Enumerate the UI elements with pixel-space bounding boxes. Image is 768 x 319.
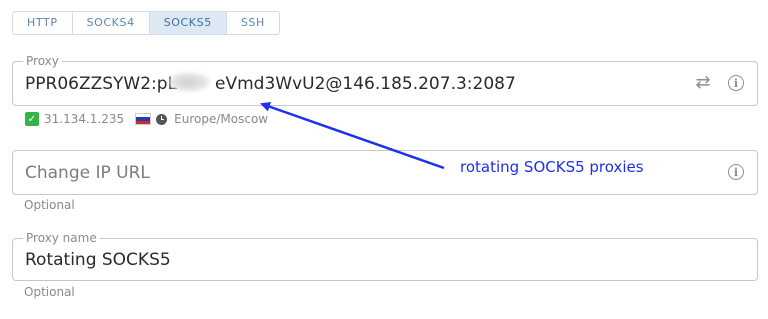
proxy-name-label: Proxy name <box>23 231 100 245</box>
proxy-label: Proxy <box>23 54 62 68</box>
tab-socks5[interactable]: SOCKS5 <box>149 12 227 34</box>
proxy-timezone: Europe/Moscow <box>174 112 269 126</box>
swap-icon[interactable]: ⇄ <box>693 73 713 93</box>
redacted-blur <box>168 72 210 92</box>
proxy-value-part1: PPR06ZZSYW2:pL <box>25 74 178 94</box>
check-icon: ✓ <box>25 112 39 126</box>
info-icon[interactable]: i <box>726 162 746 182</box>
proxy-status: ✓ 31.134.1.235 Europe/Moscow <box>25 111 268 127</box>
info-icon[interactable]: i <box>726 73 746 93</box>
proxy-field[interactable]: Proxy PPR06ZZSYW2:pL eVmd3WvU2@146.185.20… <box>12 54 758 106</box>
change-ip-helper: Optional <box>24 198 75 212</box>
tab-socks4[interactable]: SOCKS4 <box>72 12 150 34</box>
proxy-input-value[interactable]: PPR06ZZSYW2:pL eVmd3WvU2@146.185.207.3:20… <box>25 74 516 94</box>
russia-flag-icon <box>135 113 152 125</box>
change-ip-url-field[interactable]: Change IP URL i <box>12 150 758 195</box>
proxy-ip: 31.134.1.235 <box>44 112 125 126</box>
annotation-text: rotating SOCKS5 proxies <box>460 158 644 176</box>
proxy-value-part2: eVmd3WvU2@146.185.207.3:2087 <box>215 74 516 94</box>
proxy-name-input[interactable]: Rotating SOCKS5 <box>25 250 171 270</box>
protocol-tabs: HTTP SOCKS4 SOCKS5 SSH <box>12 11 280 35</box>
tab-http[interactable]: HTTP <box>13 12 73 34</box>
change-ip-url-input[interactable]: Change IP URL <box>25 163 150 183</box>
proxy-name-field[interactable]: Proxy name Rotating SOCKS5 <box>12 231 758 281</box>
clock-icon <box>156 113 168 125</box>
proxy-name-helper: Optional <box>24 285 75 299</box>
tab-ssh[interactable]: SSH <box>226 12 279 34</box>
